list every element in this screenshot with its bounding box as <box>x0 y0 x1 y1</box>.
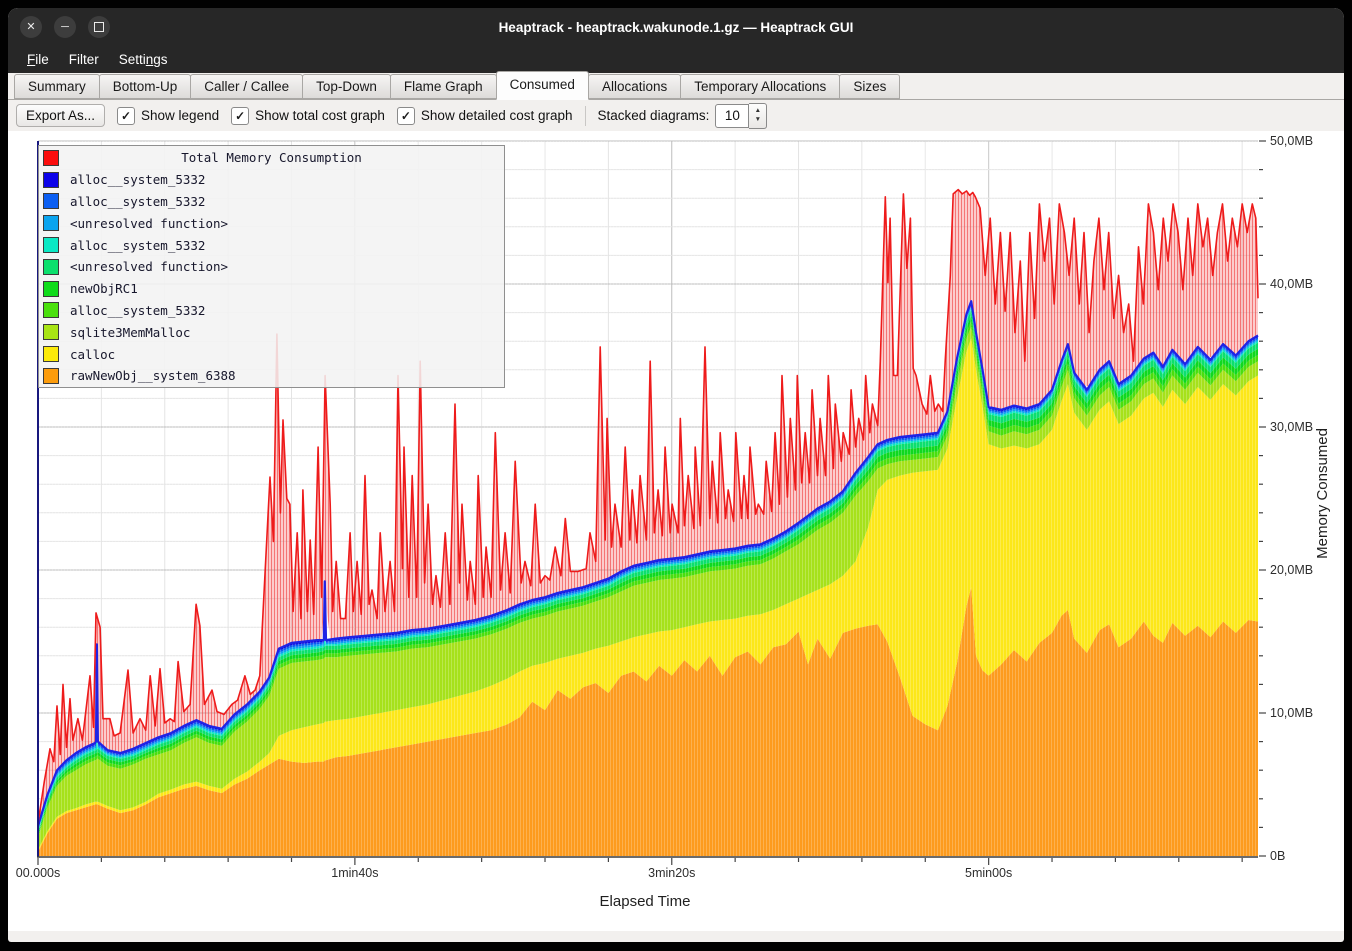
checkbox-box[interactable]: ✓ <box>117 107 135 125</box>
legend-swatch <box>43 346 59 362</box>
legend-item: sqlite3MemMalloc <box>39 321 504 343</box>
spin-up-icon[interactable]: ▲ <box>755 108 761 115</box>
x-tick-label: 3min20s <box>648 866 695 880</box>
legend-item: newObjRC1 <box>39 278 504 300</box>
export-as-button[interactable]: Export As... <box>16 104 105 127</box>
y-tick-label: 20,0MB <box>1270 563 1313 577</box>
x-axis-title: Elapsed Time <box>8 893 1282 910</box>
title-bar[interactable]: ✕ ─ Heaptrack - heaptrack.wakunode.1.gz … <box>8 8 1344 46</box>
tab-consumed[interactable]: Consumed <box>496 71 589 100</box>
legend-item: alloc__system_5332 <box>39 300 504 322</box>
legend-item: <unresolved function> <box>39 212 504 234</box>
legend-label: rawNewObj__system_6388 <box>70 368 236 383</box>
checkbox-label: Show legend <box>141 108 219 123</box>
tab-sizes[interactable]: Sizes <box>839 74 900 99</box>
menu-item-settings[interactable]: Settings <box>110 49 177 70</box>
tab-bar: SummaryBottom-UpCaller / CalleeTop-DownF… <box>8 73 1344 100</box>
x-tick-label: 1min40s <box>331 866 378 880</box>
legend-item: calloc <box>39 343 504 365</box>
legend-item: <unresolved function> <box>39 256 504 278</box>
legend-item: rawNewObj__system_6388 <box>39 365 504 387</box>
legend-title-row: Total Memory Consumption <box>39 147 504 169</box>
stacked-diagrams-value[interactable]: 10 <box>715 104 749 128</box>
legend-label: sqlite3MemMalloc <box>70 325 190 340</box>
x-tick-label: 00.000s <box>16 866 60 880</box>
stepper-arrows[interactable]: ▲ ▼ <box>749 103 767 129</box>
tab-temporary-allocations[interactable]: Temporary Allocations <box>680 74 840 99</box>
legend-label: <unresolved function> <box>70 216 228 231</box>
tab-flame-graph[interactable]: Flame Graph <box>390 74 497 99</box>
chart-area: Total Memory Consumption alloc__system_5… <box>8 131 1344 931</box>
tab-allocations[interactable]: Allocations <box>588 74 681 99</box>
spin-down-icon[interactable]: ▼ <box>755 117 761 124</box>
checkbox-label: Show detailed cost graph <box>421 108 573 123</box>
minimize-button[interactable]: ─ <box>54 16 76 38</box>
checkbox-show-legend[interactable]: ✓ Show legend <box>117 107 219 125</box>
legend-label: calloc <box>70 347 115 362</box>
legend-item: alloc__system_5332 <box>39 234 504 256</box>
tab-summary[interactable]: Summary <box>14 74 100 99</box>
legend-swatch <box>43 193 59 209</box>
legend-label: alloc__system_5332 <box>70 303 205 318</box>
legend-label: alloc__system_5332 <box>70 172 205 187</box>
y-tick-label: 40,0MB <box>1270 277 1313 291</box>
menu-bar: FileFilterSettings <box>8 46 1344 73</box>
y-tick-label: 50,0MB <box>1270 134 1313 148</box>
legend-swatch <box>43 215 59 231</box>
tab-bottom-up[interactable]: Bottom-Up <box>99 74 192 99</box>
checkbox-box[interactable]: ✓ <box>231 107 249 125</box>
stacked-diagrams-stepper[interactable]: 10 ▲ ▼ <box>715 103 767 129</box>
checkbox-show-total-cost-graph[interactable]: ✓ Show total cost graph <box>231 107 385 125</box>
menu-item-filter[interactable]: Filter <box>60 49 108 70</box>
close-icon: ✕ <box>26 22 35 33</box>
legend-swatch <box>43 281 59 297</box>
y-axis-title: Memory Consumed <box>1314 428 1331 559</box>
legend-swatch <box>43 302 59 318</box>
maximize-button[interactable] <box>88 16 110 38</box>
window-title: Heaptrack - heaptrack.wakunode.1.gz — He… <box>499 20 854 35</box>
chart-legend: Total Memory Consumption alloc__system_5… <box>38 145 505 388</box>
y-tick-label: 30,0MB <box>1270 420 1313 434</box>
legend-title: Total Memory Consumption <box>39 150 504 165</box>
toolbar-separator <box>585 106 586 126</box>
legend-label: <unresolved function> <box>70 259 228 274</box>
x-tick-label: 5min00s <box>965 866 1012 880</box>
tab-caller-callee[interactable]: Caller / Callee <box>190 74 303 99</box>
legend-label: newObjRC1 <box>70 281 138 296</box>
legend-swatch <box>43 172 59 188</box>
toolbar: Export As... ✓ Show legend ✓ Show total cos… <box>8 100 1344 131</box>
y-tick-label: 10,0MB <box>1270 706 1313 720</box>
close-button[interactable]: ✕ <box>20 16 42 38</box>
legend-item: alloc__system_5332 <box>39 191 504 213</box>
checkbox-box[interactable]: ✓ <box>397 107 415 125</box>
legend-swatch <box>43 237 59 253</box>
legend-swatch <box>43 259 59 275</box>
legend-swatch <box>43 324 59 340</box>
minimize-icon: ─ <box>61 22 69 33</box>
app-window: ✕ ─ Heaptrack - heaptrack.wakunode.1.gz … <box>8 8 1344 942</box>
checkbox-show-detailed-cost-graph[interactable]: ✓ Show detailed cost graph <box>397 107 573 125</box>
maximize-icon <box>94 22 104 32</box>
tab-top-down[interactable]: Top-Down <box>302 74 391 99</box>
legend-item: alloc__system_5332 <box>39 169 504 191</box>
legend-label: alloc__system_5332 <box>70 238 205 253</box>
y-tick-label: 0B <box>1270 849 1285 863</box>
legend-swatch <box>43 368 59 384</box>
legend-label: alloc__system_5332 <box>70 194 205 209</box>
checkbox-label: Show total cost graph <box>255 108 385 123</box>
stacked-diagrams-label: Stacked diagrams: <box>598 108 710 123</box>
menu-item-file[interactable]: File <box>18 49 58 70</box>
